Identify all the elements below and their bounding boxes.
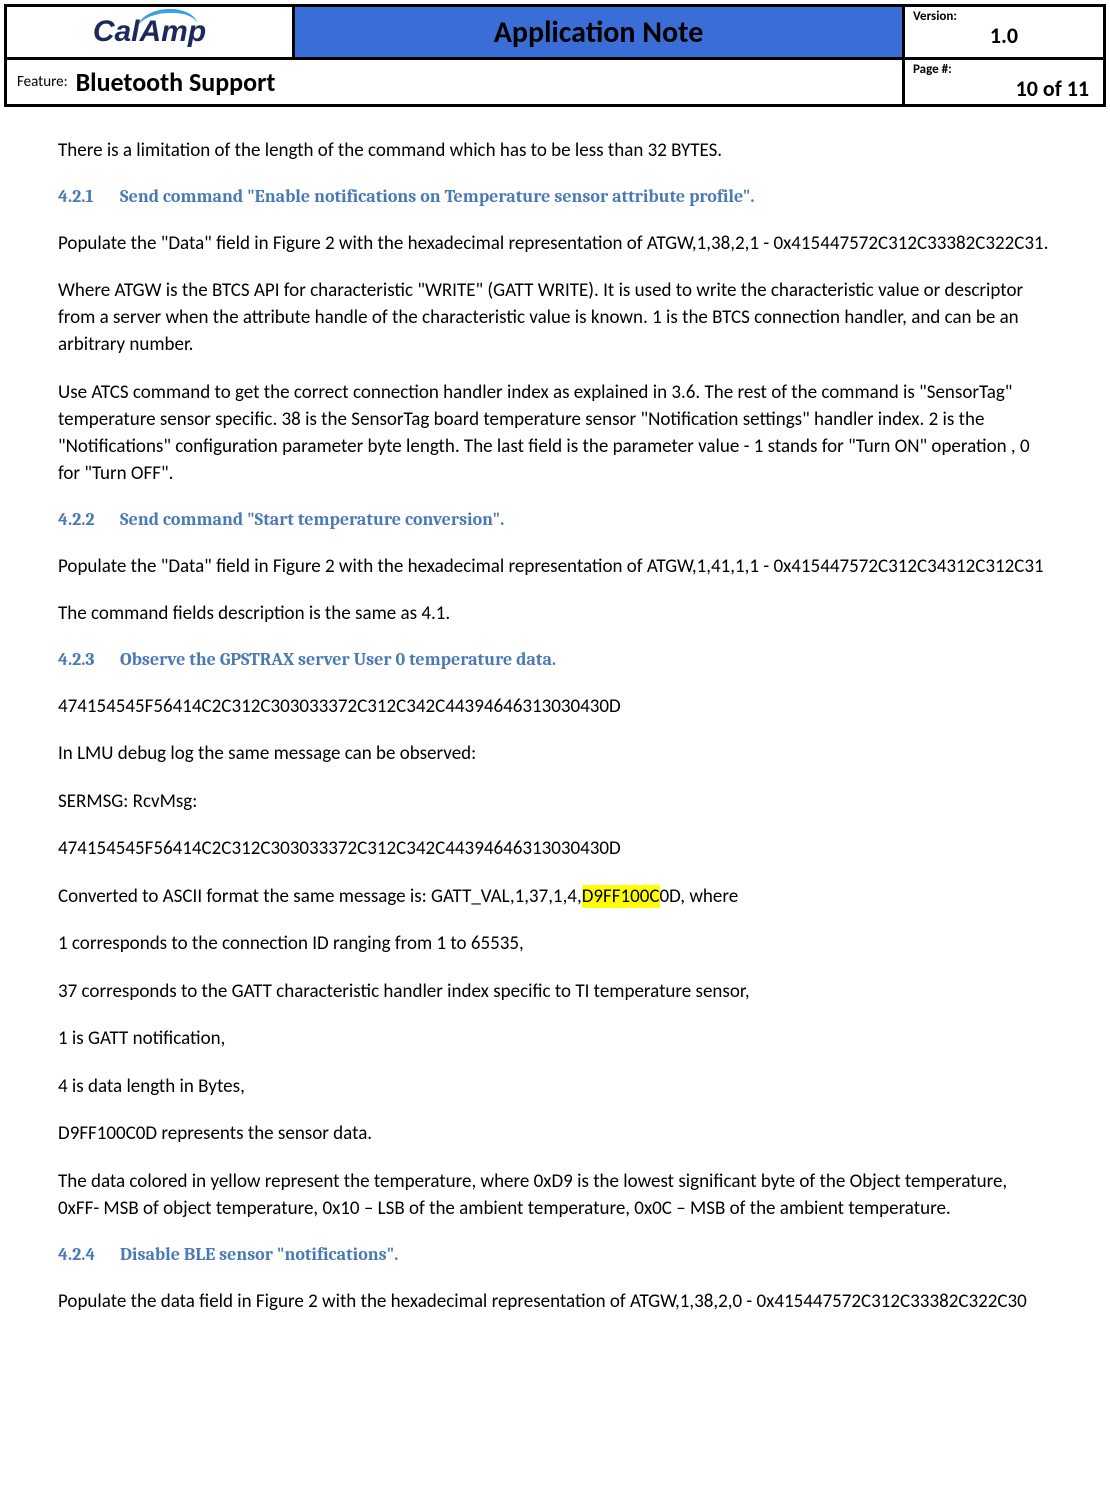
heading-text: Send command "Enable notifications on Te… (120, 186, 755, 207)
heading-4-2-1: 4.2.1 Send command "Enable notifications… (58, 184, 1052, 210)
heading-num: 4.2.1 (58, 184, 116, 210)
logo-cell: CalAmp (7, 7, 295, 57)
version-value: 1.0 (913, 22, 1095, 49)
feature-value: Bluetooth Support (76, 66, 276, 98)
heading-text: Observe the GPSTRAX server User 0 temper… (120, 649, 556, 670)
calamp-logo: CalAmp (93, 15, 206, 49)
heading-num: 4.2.2 (58, 507, 116, 533)
dbg-l4b: 0D, where (660, 885, 739, 908)
heading-text: Send command "Start temperature conversi… (120, 509, 504, 530)
dbg-l6: 37 corresponds to the GATT characteristi… (58, 978, 1052, 1006)
dbg-l5: 1 corresponds to the connection ID rangi… (58, 930, 1052, 958)
feature-label: Feature: (17, 73, 68, 91)
p-422-1: Populate the "Data" field in Figure 2 wi… (58, 553, 1052, 580)
version-cell: Version: 1.0 (905, 7, 1103, 57)
p-421-2: Where ATGW is the BTCS API for character… (58, 277, 1052, 358)
pagenum-cell: Page #: 10 of 11 (905, 60, 1103, 104)
header-row-1: CalAmp Application Note Version: 1.0 (7, 7, 1103, 57)
debug-log-block: In LMU debug log the same message can be… (58, 740, 1052, 1148)
dbg-l8: 4 is data length in Bytes, (58, 1073, 1052, 1101)
p-424-1: Populate the data field in Figure 2 with… (58, 1288, 1052, 1315)
dbg-l4: Converted to ASCII format the same messa… (58, 883, 1052, 911)
heading-num: 4.2.4 (58, 1242, 116, 1268)
dbg-l4a: Converted to ASCII format the same messa… (58, 885, 582, 908)
header-row-2: Feature: Bluetooth Support Page #: 10 of… (7, 57, 1103, 104)
heading-text: Disable BLE sensor "notifications". (120, 1244, 398, 1265)
dbg-l1: In LMU debug log the same message can be… (58, 740, 1052, 768)
doc-title: Application Note (295, 7, 905, 57)
hex-string-1: 474154545F56414C2C312C303033372C312C342C… (58, 693, 1052, 720)
p-421-1: Populate the "Data" field in Figure 2 wi… (58, 230, 1052, 257)
intro-paragraph: There is a limitation of the length of t… (58, 137, 1052, 164)
dbg-l9: D9FF100C0D represents the sensor data. (58, 1120, 1052, 1148)
dbg-l7: 1 is GATT notification, (58, 1025, 1052, 1053)
page-frame: CalAmp Application Note Version: 1.0 Fea… (4, 4, 1106, 107)
heading-4-2-3: 4.2.3 Observe the GPSTRAX server User 0 … (58, 647, 1052, 673)
heading-4-2-2: 4.2.2 Send command "Start temperature co… (58, 507, 1052, 533)
p-423-after: The data colored in yellow represent the… (58, 1168, 1052, 1222)
highlighted-hex: D9FF100C (582, 885, 660, 908)
feature-cell: Feature: Bluetooth Support (7, 60, 905, 104)
heading-num: 4.2.3 (58, 647, 116, 673)
heading-4-2-4: 4.2.4 Disable BLE sensor "notifications"… (58, 1242, 1052, 1268)
page-value: 10 of 11 (913, 75, 1095, 102)
p-422-2: The command fields description is the sa… (58, 600, 1052, 627)
dbg-l2: SERMSG: RcvMsg: (58, 788, 1052, 816)
document-body: There is a limitation of the length of t… (0, 107, 1110, 1315)
dbg-l3: 474154545F56414C2C312C303033372C312C342C… (58, 835, 1052, 863)
p-421-3: Use ATCS command to get the correct conn… (58, 379, 1052, 488)
